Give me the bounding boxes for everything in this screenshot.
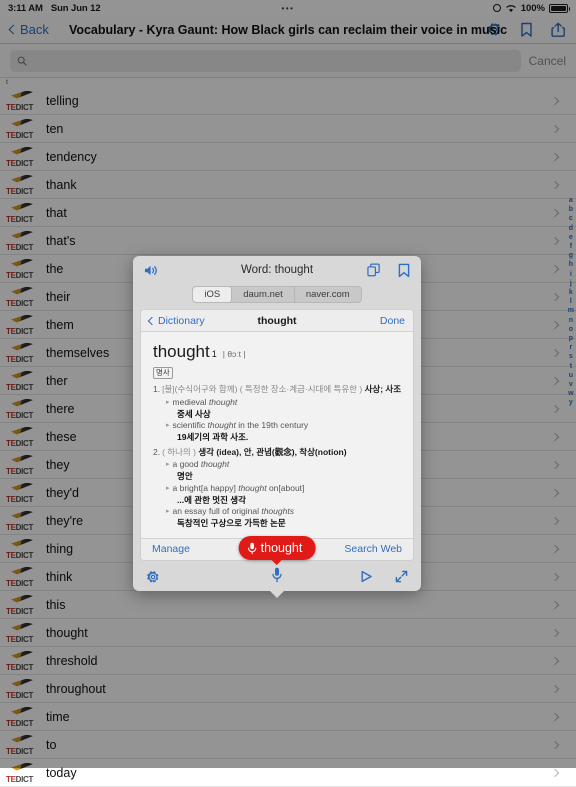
example-item: ▸ a bright[a happy] thought on[about] ...에… xyxy=(166,483,403,507)
example-item: ▸ a good thought 명안 xyxy=(166,459,403,483)
mic-button[interactable] xyxy=(272,567,282,586)
source-segmented-control: iOS daum.net naver.com xyxy=(133,284,421,309)
word-popover-dialog: Word: thought iOS daum.net naver.com Dicti… xyxy=(133,256,421,598)
dictionary-back-button[interactable]: Dictionary xyxy=(147,314,205,327)
sense-examples: ▸ a good thought 명안 ▸ a bright[a happy] thou… xyxy=(166,459,403,530)
sense-number: 1. xyxy=(153,384,161,394)
sense-definition: 생각 (idea), 안, 관념(觀念), 착상(notion) xyxy=(198,446,347,457)
dictionary-title: thought xyxy=(257,314,297,327)
example-korean: 독창적인 구상으로 가득한 논문 xyxy=(177,518,286,528)
example-korean: 중세 사상 xyxy=(177,408,211,419)
example-english: ▸ a bright[a happy] thought on[about] xyxy=(166,482,305,493)
source-segment-naver-com[interactable]: naver.com xyxy=(295,287,361,302)
example-english: ▸ medieval thought xyxy=(166,396,238,407)
source-segments: iOS daum.net naver.com xyxy=(192,286,362,303)
chevron-left-icon xyxy=(147,316,157,325)
source-segment-ios[interactable]: iOS xyxy=(193,287,233,302)
bookmark-icon[interactable] xyxy=(398,263,410,278)
dictionary-card: Dictionary thought Done thought 1 | θɔːt … xyxy=(140,309,414,561)
source-segment-daum-net[interactable]: daum.net xyxy=(232,287,295,302)
entry-pos-tag: 명사 xyxy=(153,367,173,379)
entry-headword-row: thought 1 | θɔːt | xyxy=(153,342,403,362)
bullet-icon: ▸ xyxy=(166,422,170,429)
entry-headword: thought xyxy=(153,342,210,361)
dialog-toolbar-right xyxy=(360,570,408,583)
manage-button[interactable]: Manage xyxy=(152,543,190,555)
dialog-header-actions xyxy=(367,263,410,278)
dialog-toolbar xyxy=(133,563,421,591)
microphone-icon xyxy=(272,567,282,583)
example-korean: ...에 관한 멋진 생각 xyxy=(177,494,246,505)
search-web-button[interactable]: Search Web xyxy=(344,543,402,555)
dictionary-nav-bar: Dictionary thought Done xyxy=(141,310,413,332)
dictionary-entry: thought 1 | θɔːt | 명사 1. [불](수식어구와 함께) ( 특… xyxy=(141,332,413,538)
bullet-icon: ▸ xyxy=(166,484,170,492)
chevron-right-icon xyxy=(550,768,560,777)
example-korean: 명안 xyxy=(177,471,193,481)
mic-recognition-bubble: thought xyxy=(238,536,316,560)
dialog-pointer-arrow xyxy=(269,589,285,598)
example-korean: 19세기의 과학 사조. xyxy=(177,432,249,442)
dialog-header: Word: thought xyxy=(133,256,421,284)
example-item: ▸ an essay full of original thoughts 독창적인 … xyxy=(166,506,403,530)
sense-block: 1. [불](수식어구와 함께) ( 특정한 장소·계급·시대에 특유한 ) 사상… xyxy=(153,383,403,444)
entry-superscript: 1 xyxy=(211,349,217,359)
example-item: ▸ scientific thought in the 19th century 1… xyxy=(166,420,403,444)
sense-definition: 사상; 사조 xyxy=(364,384,402,394)
play-icon[interactable] xyxy=(360,570,373,583)
sense-block: 2.( 하나의 ) 생각 (idea), 안, 관념(觀念), 착상(notio… xyxy=(153,446,403,530)
expand-icon[interactable] xyxy=(395,570,408,583)
entry-ipa: | θɔːt | xyxy=(222,349,246,359)
bullet-icon: ▸ xyxy=(166,508,170,515)
entry-senses: 1. [불](수식어구와 함께) ( 특정한 장소·계급·시대에 특유한 ) 사상… xyxy=(153,383,403,530)
dictionary-back-label: Dictionary xyxy=(158,314,205,327)
example-english: ▸ scientific thought in the 19th century xyxy=(166,420,309,430)
example-english: ▸ an essay full of original thoughts xyxy=(166,506,294,516)
copy-icon[interactable] xyxy=(367,263,381,277)
speaker-icon[interactable] xyxy=(144,264,159,277)
example-english: ▸ a good thought xyxy=(166,459,230,469)
bullet-icon: ▸ xyxy=(166,461,170,468)
sense-number: 2. xyxy=(153,446,161,457)
sense-gray-prefix: ( 하나의 ) xyxy=(162,446,196,457)
dictionary-done-button[interactable]: Done xyxy=(380,315,405,327)
bullet-icon: ▸ xyxy=(166,398,170,406)
microphone-icon xyxy=(248,542,257,554)
gear-icon[interactable] xyxy=(146,570,160,584)
sense-gray-prefix: [불](수식어구와 함께) ( 특정한 장소·계급·시대에 특유한 ) xyxy=(162,384,363,394)
mic-bubble-text: thought xyxy=(260,541,303,555)
example-item: ▸ medieval thought 중세 사상 xyxy=(166,397,403,421)
sense-examples: ▸ medieval thought 중세 사상 ▸ scientific though… xyxy=(166,397,403,444)
dialog-title: Word: thought xyxy=(240,264,314,276)
